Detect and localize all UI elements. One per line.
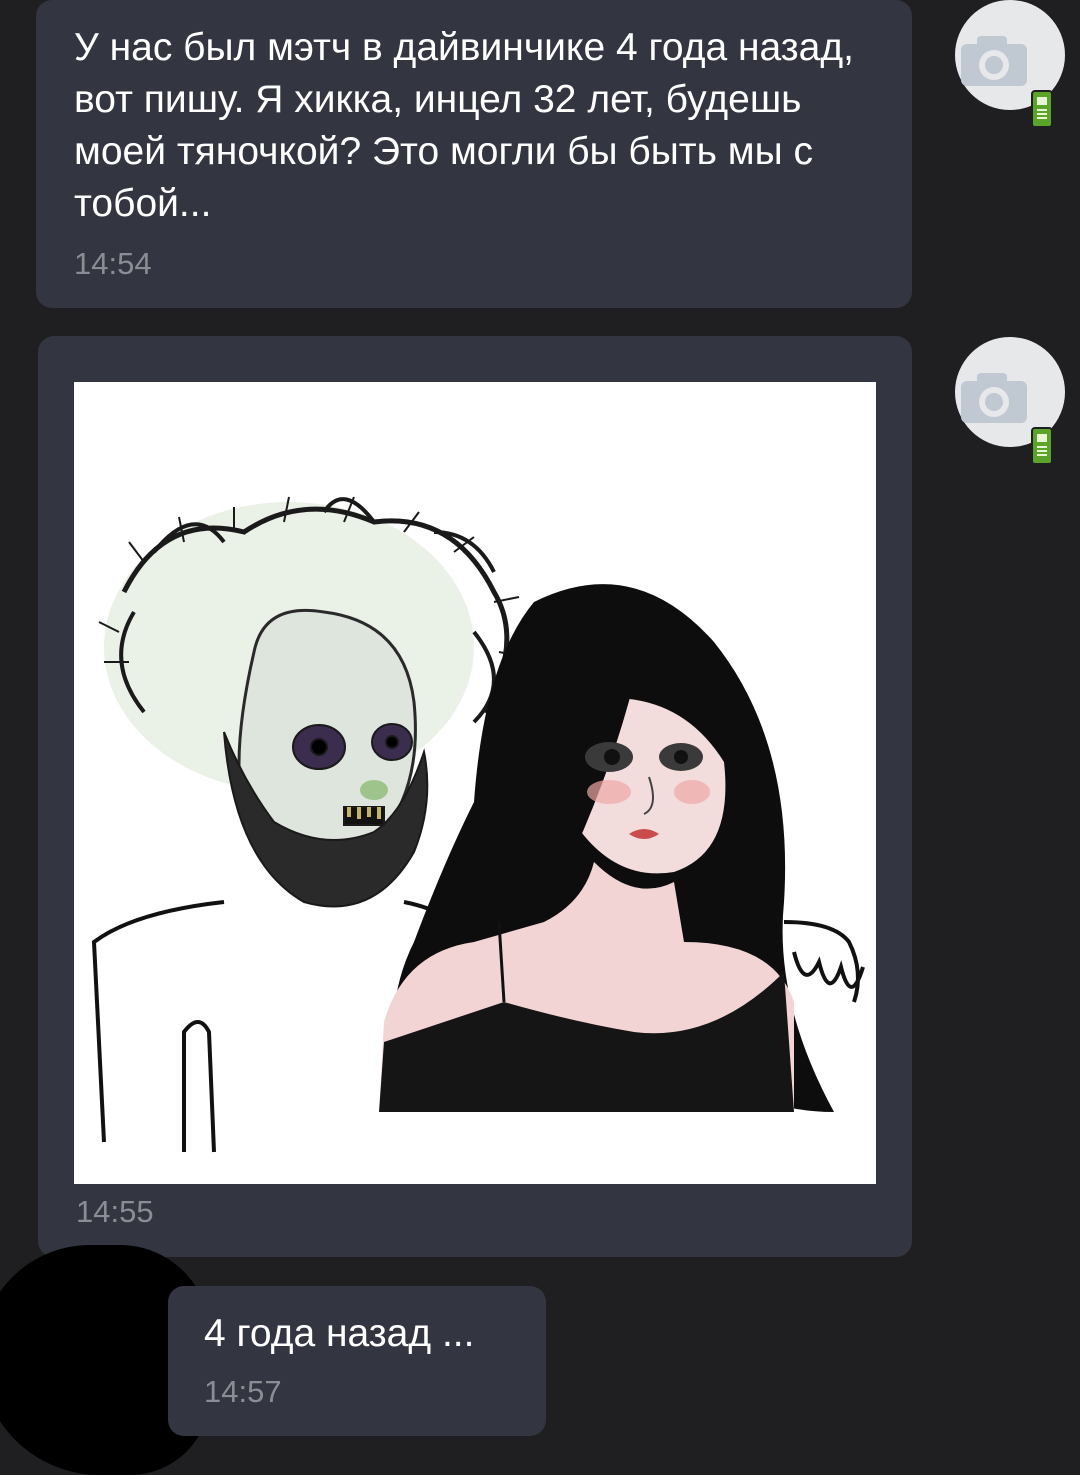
avatar[interactable] — [955, 0, 1065, 128]
avatar[interactable] — [955, 337, 1065, 465]
meme-drawing — [91, 496, 865, 1153]
message-timestamp: 14:57 — [204, 1374, 282, 1409]
message-bubble-incoming[interactable]: У нас был мэтч в дайвинчике 4 года назад… — [36, 0, 912, 308]
message-image[interactable] — [74, 382, 876, 1184]
mobile-phone-icon — [1031, 427, 1053, 465]
message-timestamp: 14:54 — [74, 246, 152, 281]
message-bubble-outgoing[interactable]: 4 года назад ... 14:57 — [168, 1286, 546, 1436]
message-bubble-image[interactable]: 14:55 — [38, 336, 912, 1257]
message-text: 4 года назад ... — [204, 1312, 475, 1355]
message-timestamp: 14:55 — [76, 1194, 154, 1229]
message-text: У нас был мэтч в дайвинчике 4 года назад… — [74, 26, 865, 225]
mobile-phone-icon — [1031, 90, 1053, 128]
